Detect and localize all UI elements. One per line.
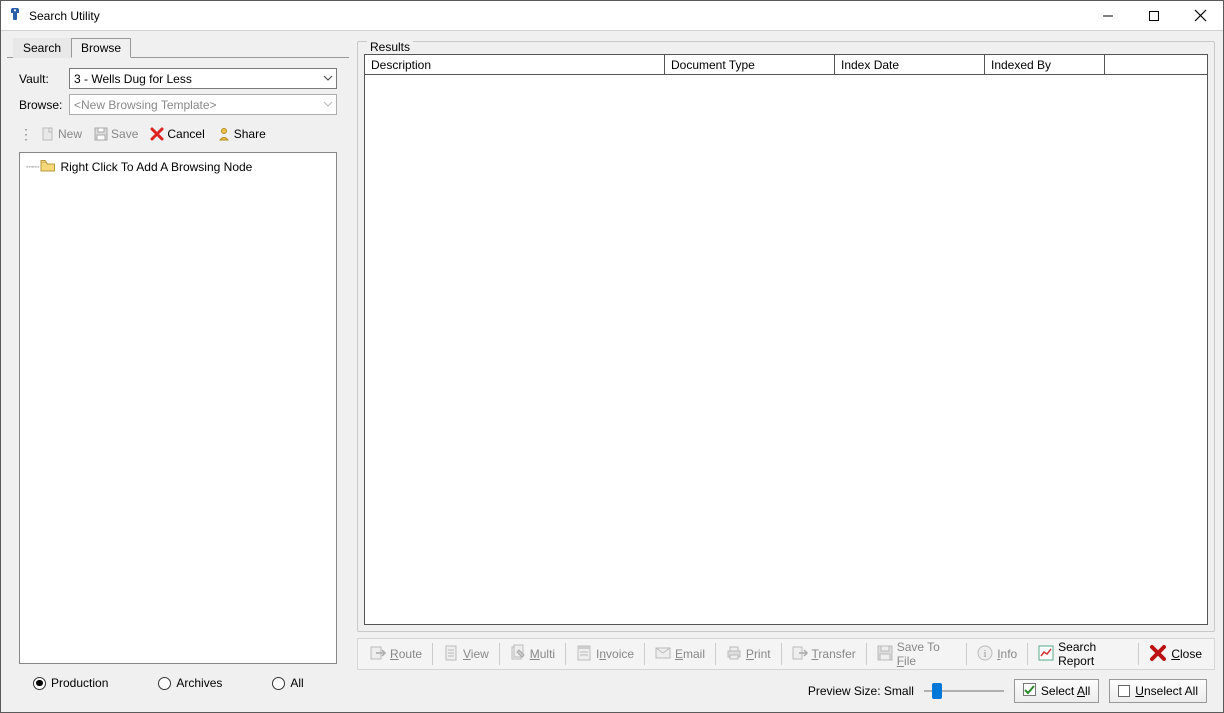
cancel-x-icon (150, 127, 164, 141)
footer-bar: Preview Size: Small Select All Unselect … (357, 676, 1215, 706)
multi-button[interactable]: Multi (504, 643, 561, 666)
results-group: Results Description Document Type Index … (357, 41, 1215, 632)
chevron-down-icon (323, 98, 333, 113)
new-button[interactable]: New (36, 126, 87, 142)
transfer-icon (792, 645, 808, 664)
results-grid[interactable]: Description Document Type Index Date Ind… (364, 54, 1208, 625)
preview-size-slider[interactable] (924, 681, 1004, 701)
chevron-down-icon (323, 72, 333, 87)
radio-icon (158, 677, 171, 690)
cancel-button[interactable]: Cancel (145, 126, 209, 142)
window-title: Search Utility (29, 9, 100, 23)
toolbar-grip-icon: ⋮ (19, 126, 36, 143)
document-icon (443, 645, 459, 664)
app-window: Search Utility Search Browse Vault: 3 - … (0, 0, 1224, 713)
save-button[interactable]: Save (89, 126, 143, 142)
radio-production[interactable]: Production (33, 676, 108, 690)
tab-browse[interactable]: Browse (71, 38, 131, 58)
browse-dropdown[interactable]: <New Browsing Template> (69, 94, 337, 115)
info-button[interactable]: i Info (971, 643, 1023, 666)
radio-icon (33, 677, 46, 690)
envelope-icon (655, 645, 671, 664)
report-chart-icon (1038, 645, 1054, 664)
close-x-icon (1149, 644, 1167, 665)
select-all-button[interactable]: Select All (1014, 679, 1099, 703)
radio-production-label: Production (51, 676, 108, 690)
vault-label: Vault: (19, 72, 69, 86)
browse-tree[interactable]: ┄┄ Right Click To Add A Browsing Node (19, 152, 337, 664)
column-document-type[interactable]: Document Type (665, 55, 835, 74)
right-panel: Results Description Document Type Index … (349, 31, 1223, 712)
transfer-button[interactable]: Transfer (786, 643, 862, 666)
browse-label: Browse: (19, 98, 69, 112)
print-button[interactable]: Print (720, 643, 777, 666)
document-new-icon (41, 127, 55, 141)
tab-strip: Search Browse (13, 37, 349, 57)
slider-thumb-icon (932, 683, 942, 699)
titlebar: Search Utility (1, 1, 1223, 31)
search-report-label: Search Report (1058, 640, 1128, 668)
view-button[interactable]: View (437, 643, 495, 666)
preview-size-label: Preview Size: Small (808, 684, 914, 698)
column-indexed-by[interactable]: Indexed By (985, 55, 1105, 74)
invoice-button[interactable]: Invoice (570, 643, 640, 666)
cancel-button-label: Cancel (167, 127, 204, 141)
radio-all[interactable]: All (272, 676, 303, 690)
scope-radio-group: Production Archives All (19, 664, 337, 704)
route-arrow-icon (370, 645, 386, 664)
tree-connector-icon: ┄┄ (26, 160, 38, 174)
vault-dropdown-value: 3 - Wells Dug for Less (74, 72, 192, 86)
action-toolbar: Route View Multi Invoice Email (357, 638, 1215, 670)
multi-edit-icon (510, 645, 526, 664)
radio-archives-label: Archives (176, 676, 222, 690)
share-person-icon (217, 127, 231, 141)
save-button-label: Save (111, 127, 138, 141)
minimize-button[interactable] (1085, 1, 1131, 30)
share-button-label: Share (234, 127, 266, 141)
new-button-label: New (58, 127, 82, 141)
empty-checkbox-icon (1118, 685, 1130, 697)
share-button[interactable]: Share (212, 126, 271, 142)
info-icon: i (977, 645, 993, 664)
radio-icon (272, 677, 285, 690)
browse-toolbar: ⋮ New Save (19, 122, 337, 146)
search-report-button[interactable]: Search Report (1032, 638, 1134, 670)
checkmark-icon (1023, 683, 1036, 699)
folder-icon (40, 159, 56, 175)
column-index-date[interactable]: Index Date (835, 55, 985, 74)
floppy-disk-icon (877, 645, 893, 664)
email-button[interactable]: Email (649, 643, 711, 666)
route-button[interactable]: Route (364, 643, 428, 666)
printer-icon (726, 645, 742, 664)
tree-hint-label: Right Click To Add A Browsing Node (60, 160, 252, 174)
maximize-button[interactable] (1131, 1, 1177, 30)
save-to-file-button[interactable]: Save To File (871, 638, 963, 670)
floppy-disk-icon (94, 127, 108, 141)
radio-archives[interactable]: Archives (158, 676, 222, 690)
tree-hint-row[interactable]: ┄┄ Right Click To Add A Browsing Node (26, 159, 330, 175)
app-icon (9, 7, 23, 24)
results-group-label: Results (367, 40, 413, 54)
vault-dropdown[interactable]: 3 - Wells Dug for Less (69, 68, 337, 89)
close-button[interactable]: Close (1143, 642, 1208, 667)
close-window-button[interactable] (1177, 1, 1223, 30)
left-panel: Search Browse Vault: 3 - Wells Dug for L… (1, 31, 349, 712)
svg-text:i: i (984, 648, 987, 660)
route-label: oute (399, 647, 422, 661)
invoice-icon (576, 645, 592, 664)
browse-dropdown-value: <New Browsing Template> (74, 98, 217, 112)
column-description[interactable]: Description (365, 55, 665, 74)
tab-search[interactable]: Search (13, 38, 71, 58)
unselect-all-button[interactable]: Unselect All (1109, 679, 1207, 703)
grid-header: Description Document Type Index Date Ind… (365, 55, 1207, 75)
radio-all-label: All (290, 676, 303, 690)
